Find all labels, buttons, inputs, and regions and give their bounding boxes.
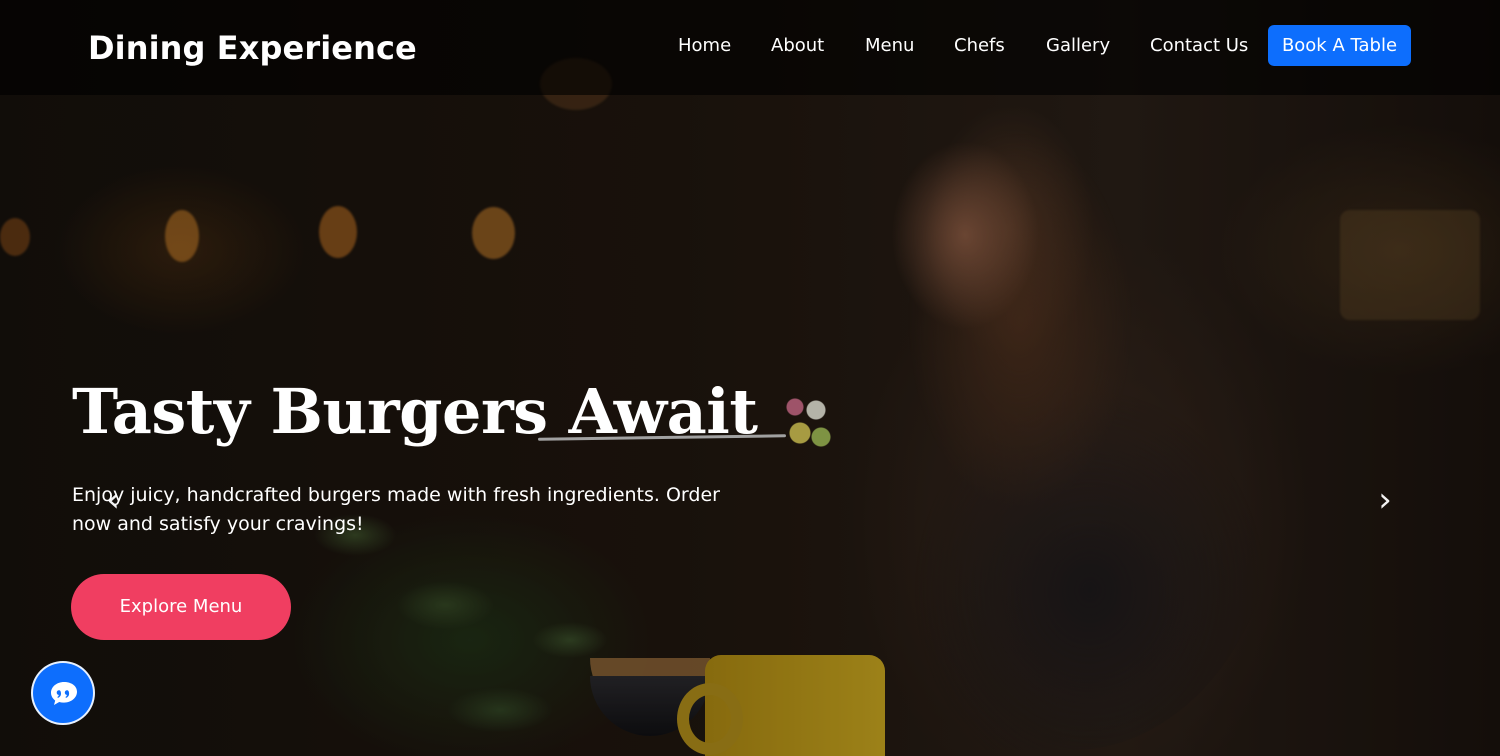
chat-button[interactable] [31,661,95,725]
nav-about-link[interactable]: About [771,34,824,58]
nav-chefs-link[interactable]: Chefs [954,34,1005,58]
explore-menu-button[interactable]: Explore Menu [71,574,291,640]
hero-description: Enjoy juicy, handcrafted burgers made wi… [72,484,720,535]
site-title[interactable]: Dining Experience [88,28,417,68]
nav-menu-link[interactable]: Menu [865,34,914,58]
chat-bubble-icon [51,682,77,705]
hero-title: Tasty Burgers Await [72,375,758,448]
book-table-button[interactable]: Book A Table [1268,25,1411,66]
nav-contact-link[interactable]: Contact Us [1150,34,1248,58]
chevron-right-icon: › [1378,480,1392,520]
nav-gallery-link[interactable]: Gallery [1046,34,1110,58]
next-slide-button[interactable]: › [1369,482,1401,518]
top-navigation: Dining Experience Home About Menu Chefs … [0,0,1500,95]
chevron-left-icon: ‹ [106,480,120,520]
nav-home-link[interactable]: Home [678,34,731,58]
previous-slide-button[interactable]: ‹ [97,482,129,518]
hero-section: Dining Experience Home About Menu Chefs … [0,0,1500,756]
